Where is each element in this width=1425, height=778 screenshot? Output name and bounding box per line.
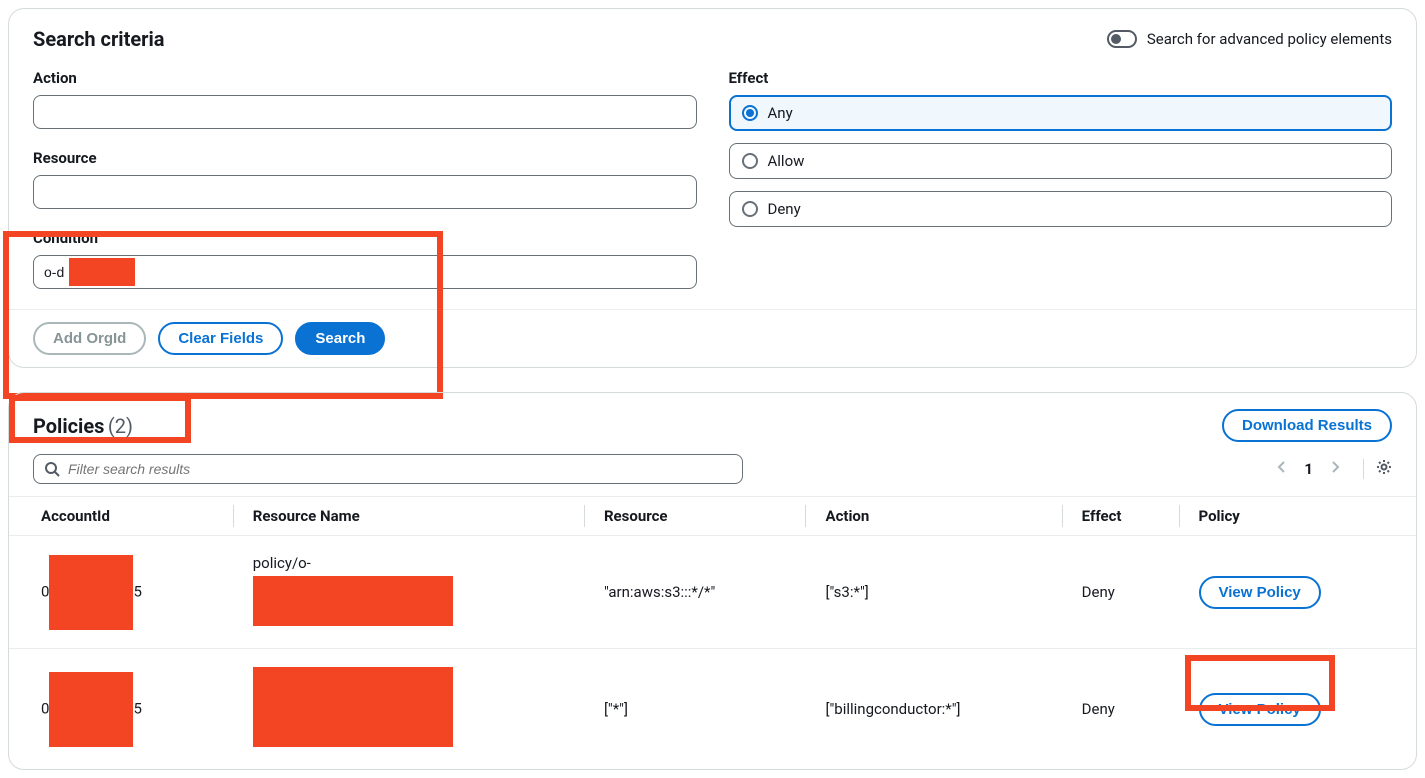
cell-action: ["s3:*"] bbox=[805, 536, 1061, 649]
effect-label: Effect bbox=[729, 69, 1393, 87]
results-panel: Policies (2) Download Results 1 AccountI… bbox=[8, 392, 1417, 770]
condition-label: Condition bbox=[33, 229, 697, 247]
results-header: Policies (2) Download Results bbox=[9, 393, 1416, 448]
redaction-block bbox=[49, 672, 133, 747]
advanced-toggle-wrap: Search for advanced policy elements bbox=[1107, 30, 1392, 48]
cell-resource: "arn:aws:s3:::*/*" bbox=[584, 536, 806, 649]
cell-resource-name: policy/o- bbox=[233, 536, 584, 649]
resource-label: Resource bbox=[33, 149, 697, 167]
cell-account-id: 05 bbox=[9, 649, 233, 770]
redaction-block bbox=[69, 258, 135, 286]
filter-input-wrap[interactable] bbox=[33, 454, 743, 484]
filter-row: 1 bbox=[9, 448, 1416, 496]
radio-icon bbox=[742, 201, 758, 217]
effect-deny-option[interactable]: Deny bbox=[729, 191, 1393, 227]
criteria-right-col: Effect Any Allow Deny bbox=[729, 69, 1393, 309]
condition-field: Condition bbox=[33, 229, 697, 289]
pager: 1 bbox=[1274, 459, 1392, 479]
col-resource-name[interactable]: Resource Name bbox=[233, 497, 584, 536]
redaction-block bbox=[49, 555, 133, 630]
clear-fields-button[interactable]: Clear Fields bbox=[158, 322, 283, 355]
pager-next-icon[interactable] bbox=[1327, 459, 1343, 479]
col-resource[interactable]: Resource bbox=[584, 497, 806, 536]
settings-gear-icon[interactable] bbox=[1363, 459, 1392, 479]
view-policy-button[interactable]: View Policy bbox=[1199, 576, 1321, 609]
effect-any-label: Any bbox=[768, 104, 793, 122]
pager-current: 1 bbox=[1304, 460, 1313, 478]
search-criteria-panel: Search criteria Search for advanced poli… bbox=[8, 8, 1417, 368]
cell-effect: Deny bbox=[1062, 649, 1179, 770]
results-title-wrap: Policies (2) bbox=[33, 414, 133, 438]
effect-allow-label: Allow bbox=[768, 152, 805, 170]
cell-policy: View Policy bbox=[1179, 536, 1417, 649]
radio-icon bbox=[742, 105, 758, 121]
col-effect[interactable]: Effect bbox=[1062, 497, 1179, 536]
add-orgid-button[interactable]: Add OrgId bbox=[33, 322, 146, 355]
table-row: 05 ["*"] ["billingconductor:*"] Deny Vie… bbox=[9, 649, 1416, 770]
download-results-button[interactable]: Download Results bbox=[1222, 409, 1392, 442]
search-icon bbox=[44, 461, 60, 477]
results-table: AccountId Resource Name Resource Action … bbox=[9, 496, 1416, 769]
col-action[interactable]: Action bbox=[805, 497, 1061, 536]
effect-allow-option[interactable]: Allow bbox=[729, 143, 1393, 179]
col-policy[interactable]: Policy bbox=[1179, 497, 1417, 536]
cell-resource: ["*"] bbox=[584, 649, 806, 770]
redaction-block bbox=[253, 576, 453, 626]
table-row: 05 policy/o- "arn:aws:s3:::*/*" ["s3:*"]… bbox=[9, 536, 1416, 649]
search-button[interactable]: Search bbox=[295, 322, 385, 355]
search-criteria-title: Search criteria bbox=[33, 27, 164, 51]
pager-prev-icon[interactable] bbox=[1274, 459, 1290, 479]
radio-icon bbox=[742, 153, 758, 169]
criteria-left-col: Action Resource Condition bbox=[33, 69, 697, 309]
results-count: (2) bbox=[108, 414, 133, 438]
action-field: Action bbox=[33, 69, 697, 129]
advanced-toggle-label: Search for advanced policy elements bbox=[1147, 30, 1392, 48]
resource-input[interactable] bbox=[33, 175, 697, 209]
toggle-thumb bbox=[1111, 34, 1121, 44]
action-button-row: Add OrgId Clear Fields Search bbox=[9, 309, 1416, 367]
resource-field: Resource bbox=[33, 149, 697, 209]
filter-input[interactable] bbox=[68, 461, 732, 477]
action-label: Action bbox=[33, 69, 697, 87]
cell-account-id: 05 bbox=[9, 536, 233, 649]
cell-effect: Deny bbox=[1062, 536, 1179, 649]
cell-action: ["billingconductor:*"] bbox=[805, 649, 1061, 770]
view-policy-button[interactable]: View Policy bbox=[1199, 693, 1321, 726]
table-header-row: AccountId Resource Name Resource Action … bbox=[9, 497, 1416, 536]
effect-deny-label: Deny bbox=[768, 200, 801, 218]
advanced-toggle[interactable] bbox=[1107, 30, 1137, 48]
criteria-grid: Action Resource Condition Effect An bbox=[33, 69, 1392, 309]
cell-policy: View Policy bbox=[1179, 649, 1417, 770]
action-input[interactable] bbox=[33, 95, 697, 129]
col-account-id[interactable]: AccountId bbox=[9, 497, 233, 536]
panel-header: Search criteria Search for advanced poli… bbox=[33, 27, 1392, 51]
redaction-block bbox=[253, 667, 453, 747]
effect-any-option[interactable]: Any bbox=[729, 95, 1393, 131]
effect-field: Effect Any Allow Deny bbox=[729, 69, 1393, 227]
cell-resource-name bbox=[233, 649, 584, 770]
results-title: Policies bbox=[33, 414, 104, 438]
